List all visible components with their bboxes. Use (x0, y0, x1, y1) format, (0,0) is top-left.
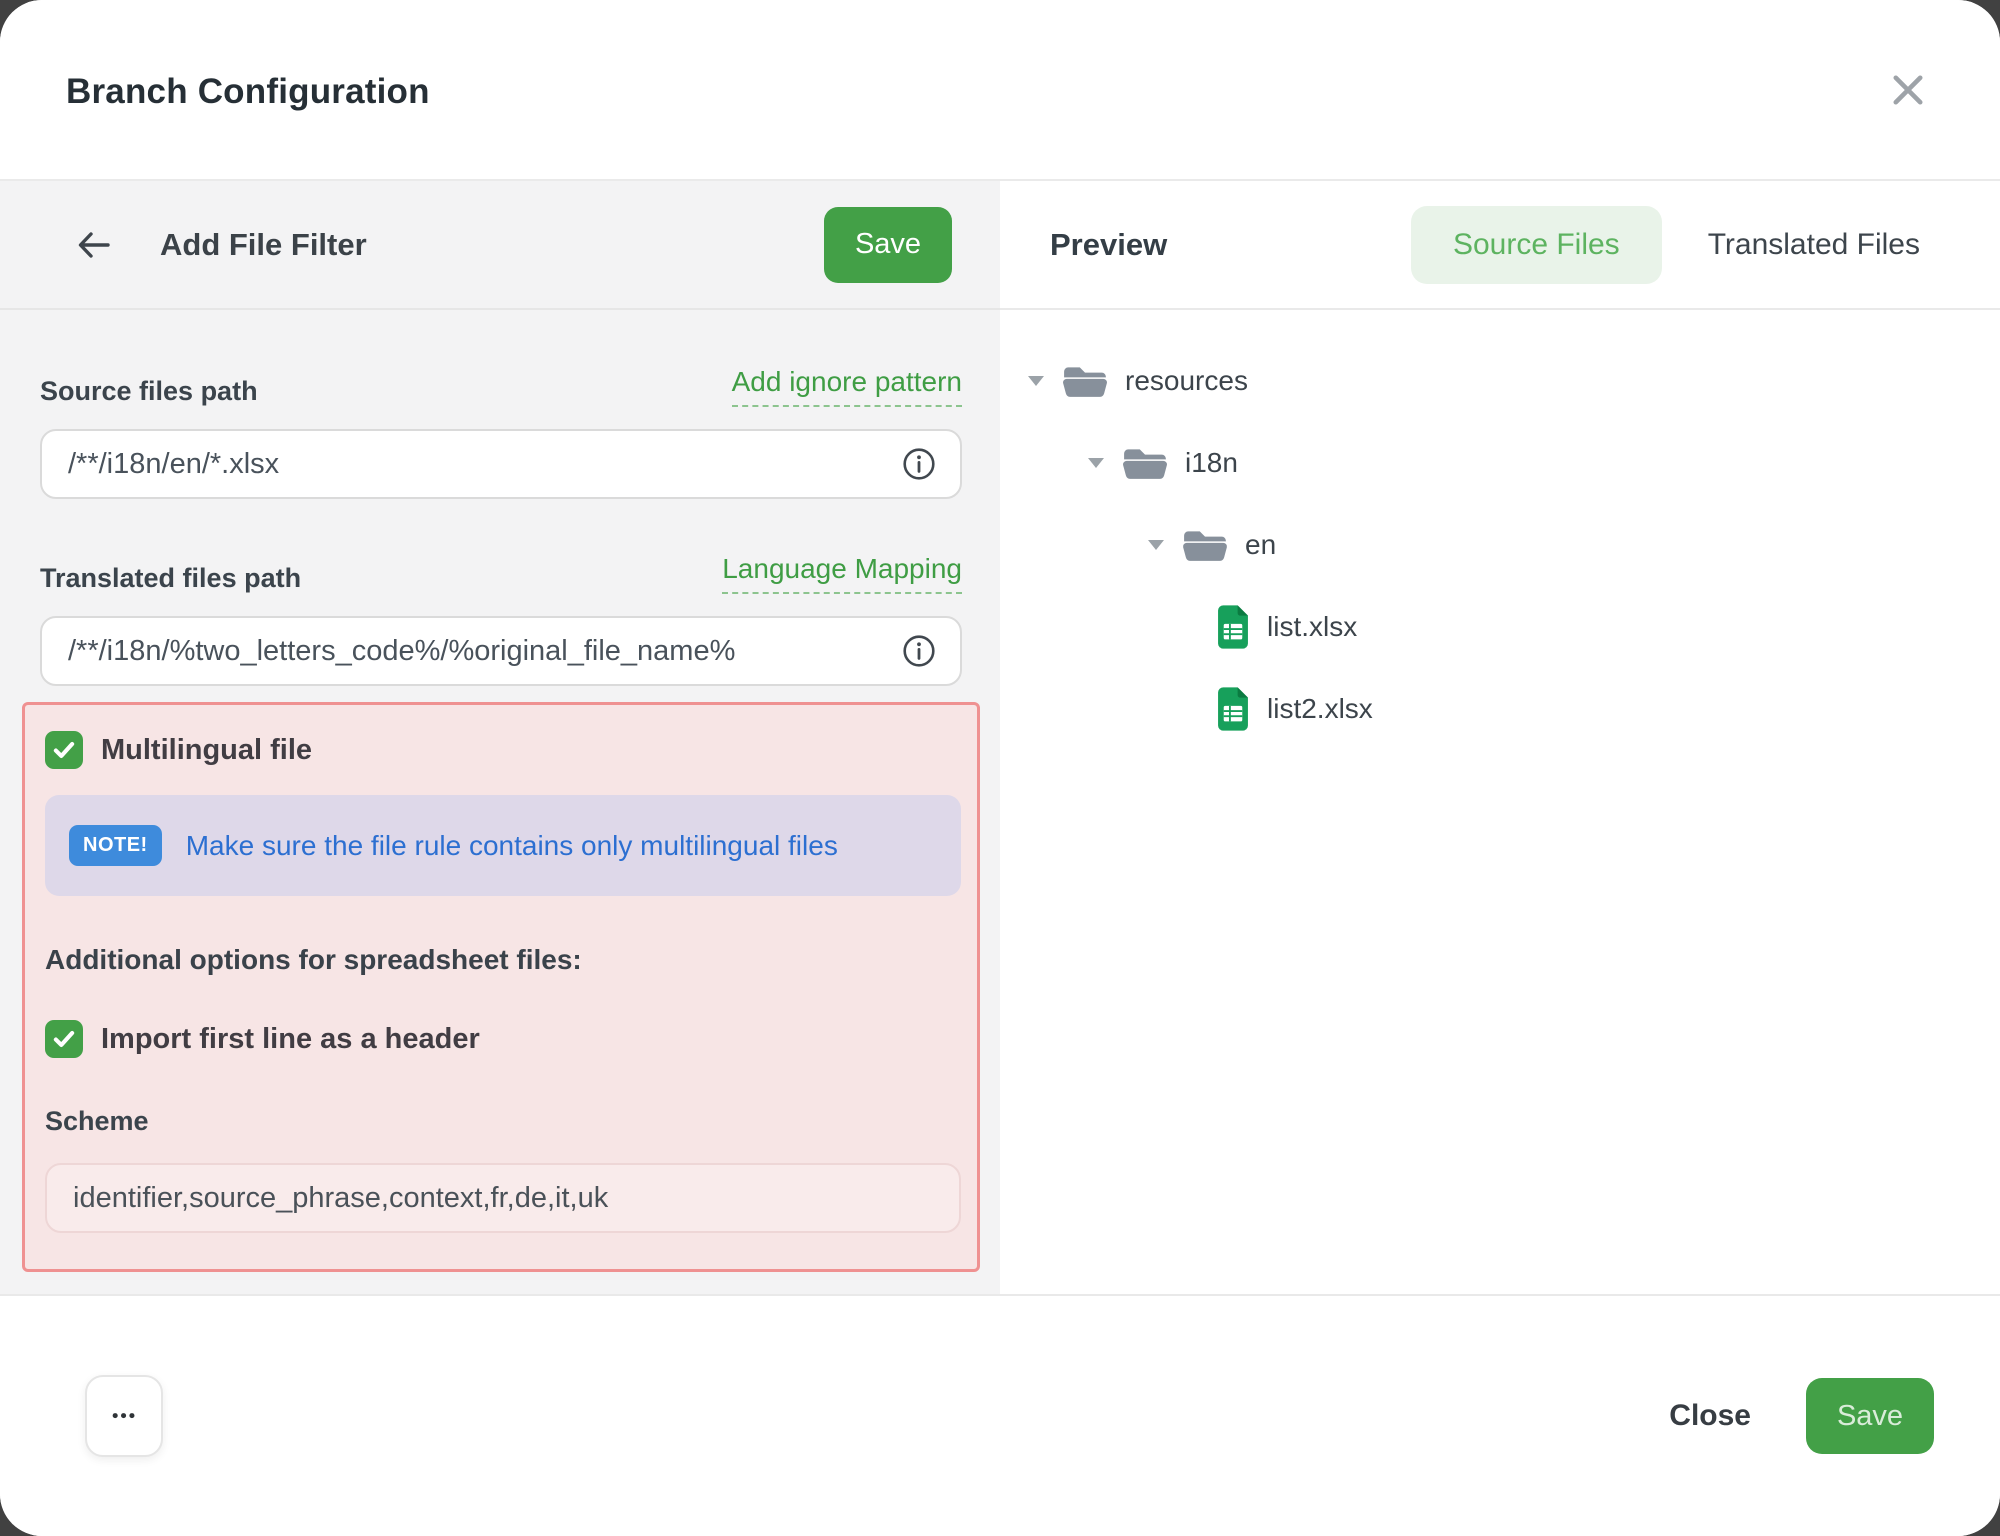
source-files-path-input[interactable] (68, 448, 890, 481)
tab-source-files[interactable]: Source Files (1411, 206, 1662, 284)
close-modal-button[interactable] (1888, 70, 1928, 110)
note-badge: NOTE! (69, 825, 162, 866)
checkmark-icon (51, 737, 77, 763)
spreadsheet-file-icon (1216, 687, 1250, 731)
import-first-line-label: Import first line as a header (101, 1023, 480, 1056)
preview-title: Preview (1050, 227, 1167, 263)
multilingual-options-section: Multilingual file NOTE! Make sure the fi… (22, 702, 980, 1272)
note-text: Make sure the file rule contains only mu… (186, 830, 838, 862)
scheme-field-wrap (45, 1163, 961, 1233)
tree-row-list-xlsx[interactable]: list.xlsx (1028, 586, 2000, 668)
chevron-down-icon[interactable] (1028, 376, 1044, 386)
info-icon (902, 634, 936, 668)
arrow-left-icon (74, 228, 114, 262)
source-path-info-button[interactable] (902, 447, 936, 481)
tree-row-en[interactable]: list.xlsx en (1028, 504, 2000, 586)
modal-titlebar: Branch Configuration (0, 0, 2000, 181)
language-mapping-link[interactable]: Language Mapping (722, 553, 962, 594)
multilingual-file-label: Multilingual file (101, 734, 312, 767)
scheme-label: Scheme (45, 1106, 961, 1137)
file-tree: resources i18n (1000, 310, 2000, 750)
scheme-input[interactable] (73, 1182, 933, 1215)
folder-icon (1062, 363, 1108, 399)
branch-configuration-modal: Branch Configuration Add File (0, 0, 2000, 1536)
more-options-button[interactable]: ●●● (85, 1375, 163, 1457)
ellipsis-icon: ●●● (111, 1409, 136, 1423)
checkmark-icon (51, 1026, 77, 1052)
tree-item-name: resources (1125, 365, 1248, 397)
footer-save-button[interactable]: Save (1806, 1378, 1934, 1454)
import-first-line-checkbox[interactable] (45, 1020, 83, 1058)
modal-title: Branch Configuration (66, 72, 430, 112)
panel-title: Add File Filter (160, 227, 367, 263)
modal-footer: ●●● Close Save (0, 1294, 2000, 1536)
add-ignore-pattern-link[interactable]: Add ignore pattern (732, 366, 962, 407)
chevron-down-icon[interactable] (1148, 540, 1164, 550)
translated-path-info-button[interactable] (902, 634, 936, 668)
translated-files-path-label: Translated files path (40, 563, 301, 594)
spreadsheet-options-heading: Additional options for spreadsheet files… (45, 944, 961, 976)
translated-files-path-input[interactable] (68, 635, 890, 668)
preview-header: Preview Source Files Translated Files (1000, 181, 2000, 310)
tree-row-list2-xlsx[interactable]: list2.xlsx (1028, 668, 2000, 750)
filter-save-button[interactable]: Save (824, 207, 952, 283)
folder-icon (1182, 527, 1228, 563)
footer-close-button[interactable]: Close (1669, 1399, 1751, 1433)
source-files-path-field-wrap (40, 429, 962, 499)
chevron-down-icon[interactable] (1088, 458, 1104, 468)
spreadsheet-file-icon (1216, 605, 1250, 649)
multilingual-note: NOTE! Make sure the file rule contains o… (45, 795, 961, 896)
close-icon (1889, 71, 1927, 109)
preview-panel: Preview Source Files Translated Files (1000, 181, 2000, 1294)
info-icon (902, 447, 936, 481)
translated-files-path-field-wrap (40, 616, 962, 686)
folder-icon (1122, 445, 1168, 481)
tree-item-name: en (1245, 529, 1276, 561)
modal-main: Add File Filter Save Source files path A… (0, 181, 2000, 1294)
tree-item-name: list.xlsx (1267, 611, 1357, 643)
file-filter-header: Add File Filter Save (0, 181, 1000, 310)
tree-row-resources[interactable]: resources (1028, 340, 2000, 422)
multilingual-file-checkbox[interactable] (45, 731, 83, 769)
tree-row-i18n[interactable]: i18n (1028, 422, 2000, 504)
tree-item-name: list2.xlsx (1267, 693, 1373, 725)
file-filter-panel: Add File Filter Save Source files path A… (0, 181, 1000, 1294)
source-files-path-label: Source files path (40, 376, 258, 407)
tab-translated-files[interactable]: Translated Files (1708, 206, 1920, 284)
preview-tabs: Source Files Translated Files (1411, 206, 1920, 284)
back-button[interactable] (70, 224, 118, 266)
file-filter-form: Source files path Add ignore pattern (0, 310, 1000, 1272)
tree-item-name: i18n (1185, 447, 1238, 479)
